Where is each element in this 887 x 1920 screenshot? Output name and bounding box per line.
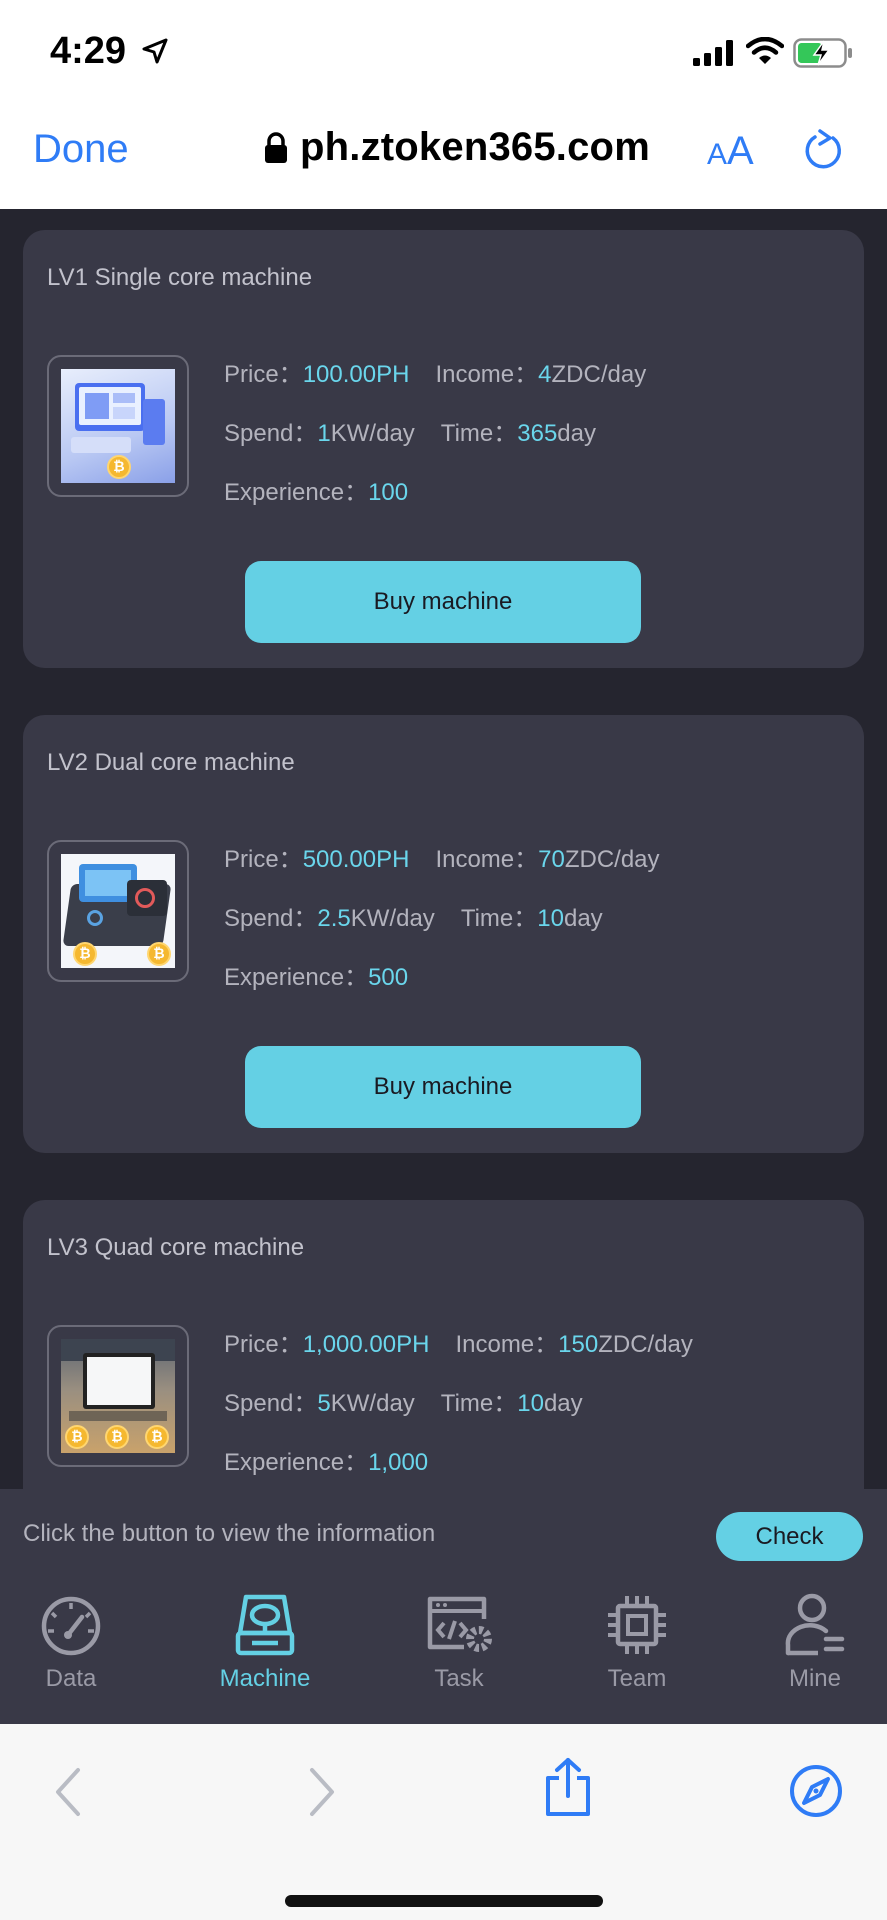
machine-list[interactable]: LV1 Single core machine ₿ Price：100.00PH… — [0, 209, 887, 1489]
reload-icon[interactable] — [800, 129, 846, 175]
experience-row: Experience：100 — [224, 479, 409, 506]
price-value: 500.00PH — [302, 846, 410, 873]
income-value: 70 — [538, 846, 565, 873]
price-income-row: Price：100.00PH Income：4ZDC/day — [224, 361, 647, 388]
spend-time-row: Spend：2.5KW/day Time：10day — [224, 905, 603, 932]
time-value: 10 — [537, 905, 564, 932]
browser-nav-bar: Done ph.ztoken365.com AA — [0, 105, 887, 209]
gauge-icon — [41, 1596, 101, 1656]
code-gear-icon — [427, 1596, 492, 1652]
bitcoin-coin-icon: ₿ — [65, 1425, 89, 1449]
machine-icon — [235, 1594, 295, 1656]
status-time: 4:29 — [50, 30, 127, 72]
lock-icon — [265, 131, 287, 163]
spend-time-row: Spend：1KW/day Time：365day — [224, 420, 596, 447]
tab-machine[interactable]: Machine — [206, 1593, 324, 1693]
spend-value: 5 — [317, 1390, 331, 1417]
done-button[interactable]: Done — [33, 127, 129, 172]
url-text: ph.ztoken365.com — [300, 125, 650, 169]
machine-thumbnail: ₿ ₿ ₿ — [47, 1325, 189, 1467]
machine-title: LV2 Dual core machine — [47, 749, 295, 776]
share-icon[interactable] — [542, 1756, 594, 1818]
buy-machine-button[interactable]: Buy machine — [245, 561, 641, 643]
income-value: 4 — [538, 361, 552, 388]
location-arrow-icon — [142, 38, 168, 64]
info-bar: Click the button to view the information… — [0, 1489, 887, 1583]
experience-row: Experience：1,000 — [224, 1449, 429, 1476]
cellular-signal-icon — [693, 40, 733, 66]
bitcoin-coin-icon: ₿ — [145, 1425, 169, 1449]
machine-thumbnail: ₿ ₿ — [47, 840, 189, 982]
status-bar: 4:29 — [0, 0, 887, 105]
spend-value: 2.5 — [317, 905, 351, 932]
tab-task[interactable]: Task — [412, 1593, 506, 1693]
tab-mine[interactable]: Mine — [768, 1593, 862, 1693]
text-size-button[interactable]: AA — [707, 129, 754, 174]
price-income-row: Price：500.00PH Income：70ZDC/day — [224, 846, 660, 873]
experience-row: Experience：500 — [224, 964, 409, 991]
machine-title: LV3 Quad core machine — [47, 1234, 305, 1261]
machine-card: LV1 Single core machine ₿ Price：100.00PH… — [23, 230, 864, 668]
tab-label: Machine — [219, 1665, 311, 1692]
bitcoin-coin-icon: ₿ — [73, 942, 97, 966]
tab-label: Data — [45, 1665, 97, 1692]
spend-value: 1 — [317, 420, 331, 447]
experience-value: 1,000 — [368, 1449, 429, 1476]
user-icon — [785, 1593, 845, 1656]
tab-label: Mine — [788, 1665, 842, 1692]
machine-card: LV3 Quad core machine ₿ ₿ ₿ Price：1,000.… — [23, 1200, 864, 1489]
buy-machine-button[interactable]: Buy machine — [245, 1046, 641, 1128]
home-indicator[interactable] — [285, 1895, 603, 1907]
tab-label: Team — [607, 1665, 667, 1692]
bitcoin-coin-icon: ₿ — [147, 942, 171, 966]
battery-charging-icon — [793, 38, 852, 68]
income-value: 150 — [558, 1331, 599, 1358]
tab-team[interactable]: Team — [590, 1593, 684, 1693]
machine-title: LV1 Single core machine — [47, 264, 313, 291]
time-value: 365 — [517, 420, 558, 447]
chip-icon — [608, 1596, 666, 1654]
tab-data[interactable]: Data — [24, 1593, 118, 1693]
experience-value: 100 — [368, 479, 409, 506]
url-field[interactable]: ph.ztoken365.com — [264, 125, 650, 170]
price-income-row: Price：1,000.00PH Income：150ZDC/day — [224, 1331, 693, 1358]
compass-icon[interactable] — [789, 1764, 843, 1818]
machine-card: LV2 Dual core machine ₿ ₿ Price：500.00PH… — [23, 715, 864, 1153]
spend-time-row: Spend：5KW/day Time：10day — [224, 1390, 583, 1417]
info-text: Click the button to view the information — [23, 1520, 436, 1547]
time-value: 10 — [517, 1390, 544, 1417]
price-value: 100.00PH — [302, 361, 410, 388]
tab-label: Task — [434, 1665, 484, 1692]
app-tab-bar: Data Machine Task Team Mine — [0, 1583, 887, 1724]
forward-arrow-icon[interactable] — [304, 1766, 340, 1818]
bitcoin-coin-icon: ₿ — [105, 1425, 129, 1449]
back-arrow-icon[interactable] — [50, 1766, 86, 1818]
experience-value: 500 — [368, 964, 409, 991]
machine-thumbnail: ₿ — [47, 355, 189, 497]
bitcoin-coin-icon: ₿ — [107, 455, 131, 479]
price-value: 1,000.00PH — [302, 1331, 430, 1358]
wifi-icon — [746, 37, 784, 64]
check-button[interactable]: Check — [716, 1512, 863, 1561]
browser-toolbar — [0, 1724, 887, 1920]
